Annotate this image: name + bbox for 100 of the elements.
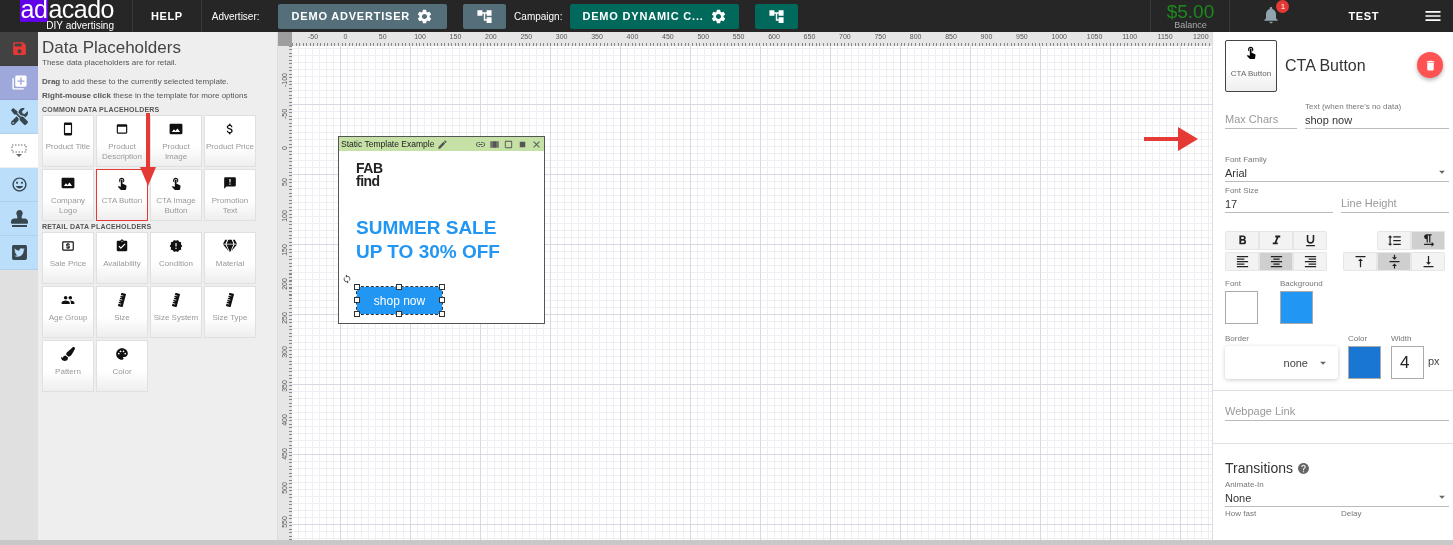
placeholder-tile[interactable]: Product Description: [96, 115, 148, 167]
line-height-field[interactable]: Line Height: [1341, 194, 1449, 213]
touch-icon: [169, 176, 183, 190]
resize-handle[interactable]: [354, 284, 360, 290]
align-right-button[interactable]: [1293, 252, 1327, 271]
resize-handle[interactable]: [354, 311, 360, 317]
campaign-button[interactable]: DEMO DYNAMIC C...: [570, 3, 739, 29]
how-fast-label: How fast: [1225, 509, 1258, 518]
bold-button[interactable]: [1225, 231, 1259, 250]
font-size-field[interactable]: Font Size 17: [1225, 186, 1333, 213]
paragraph-button[interactable]: [1411, 231, 1445, 250]
delete-button[interactable]: [1417, 52, 1443, 78]
tile-label: Age Group: [48, 313, 88, 323]
rail-tab[interactable]: [0, 202, 38, 236]
placeholder-tile[interactable]: Product Price: [204, 115, 256, 167]
animate-in-select[interactable]: Animate-In None: [1225, 480, 1449, 507]
brush-icon: [61, 347, 75, 361]
placeholder-tile[interactable]: Availability: [96, 232, 148, 284]
tile-label: Product Image: [161, 142, 191, 162]
settings-icon: [709, 7, 727, 25]
font-color-swatch[interactable]: [1225, 291, 1258, 324]
rotate-handle-icon[interactable]: [342, 274, 352, 284]
element-title: CTA Button: [1285, 57, 1366, 75]
rail-tab[interactable]: [0, 168, 38, 202]
rail-tab[interactable]: [0, 236, 38, 270]
tree-button[interactable]: [463, 3, 507, 29]
tile-label: Product Title: [45, 142, 91, 152]
border-width-field[interactable]: 4: [1391, 346, 1424, 379]
webpage-link-field[interactable]: Webpage Link: [1225, 402, 1449, 421]
align-center-icon: [1268, 254, 1284, 269]
balance-label: Balance: [1174, 21, 1207, 30]
placeholder-tile[interactable]: Product Title: [42, 115, 94, 167]
background-color-swatch[interactable]: [1280, 291, 1313, 324]
unit-label: px: [1428, 355, 1440, 367]
placeholder-tile[interactable]: Sale Price: [42, 232, 94, 284]
max-chars-field[interactable]: Max Chars: [1225, 110, 1297, 129]
align-top-button[interactable]: [1343, 252, 1377, 271]
placeholder-tile[interactable]: CTA Image Button: [150, 169, 202, 221]
rail-tab[interactable]: [0, 100, 38, 134]
placeholder-tile[interactable]: Product Image: [150, 115, 202, 167]
help-link[interactable]: HELP: [133, 10, 201, 22]
placeholder-tile[interactable]: Condition: [150, 232, 202, 284]
down-arrow-icon: [140, 113, 156, 186]
align-center-button[interactable]: [1259, 252, 1293, 271]
sale-headline: SUMMER SALE UP TO 30% OFF: [356, 216, 500, 264]
user-menu[interactable]: TEST: [1314, 10, 1413, 22]
placeholder-tile[interactable]: Color: [96, 340, 148, 392]
touch-icon: [115, 176, 129, 190]
square-outline-icon[interactable]: [503, 138, 514, 150]
notification-count: 1: [1276, 0, 1290, 13]
placeholder-tile[interactable]: Size: [96, 286, 148, 338]
align-left-button[interactable]: [1225, 252, 1259, 271]
italic-button[interactable]: [1259, 231, 1293, 250]
preview-label: CTA Button: [1230, 69, 1272, 78]
resize-handle[interactable]: [354, 297, 360, 303]
image-icon: [61, 176, 75, 190]
ruler-corner: [278, 32, 292, 46]
placeholder-tile[interactable]: CTA Button: [96, 169, 148, 221]
hint-text: Drag to add these to the currently selected template.: [42, 77, 230, 86]
line-spacing-button[interactable]: [1377, 231, 1411, 250]
tools-icon: [10, 108, 28, 125]
align-middle-button[interactable]: [1377, 252, 1411, 271]
placeholder-tile[interactable]: Size System: [150, 286, 202, 338]
resize-handle[interactable]: [396, 284, 402, 290]
align-bottom-button[interactable]: [1411, 252, 1445, 271]
resize-handle[interactable]: [439, 311, 445, 317]
tile-label: Material: [215, 259, 245, 269]
placeholder-tile[interactable]: Size Type: [204, 286, 256, 338]
pencil-icon[interactable]: [437, 138, 449, 150]
font-family-select[interactable]: Font Family Arial: [1225, 155, 1449, 182]
save-icon: [10, 40, 28, 57]
tile-label: Product Description: [101, 142, 143, 162]
tree-icon: [767, 7, 785, 25]
border-color-label: Color: [1348, 334, 1369, 343]
advertiser-button[interactable]: DEMO ADVERTISER: [277, 3, 448, 29]
placeholder-tile[interactable]: Company Logo: [42, 169, 94, 221]
shop-now-button[interactable]: shop now: [357, 287, 442, 314]
columns-icon[interactable]: [489, 138, 500, 150]
border-select[interactable]: none: [1225, 346, 1338, 379]
help-icon[interactable]: [1296, 461, 1310, 475]
placeholder-tile[interactable]: Material: [204, 232, 256, 284]
resize-handle[interactable]: [439, 297, 445, 303]
palette-icon: [115, 347, 129, 361]
panel-title: Data Placeholders: [42, 38, 182, 58]
placeholder-tile[interactable]: Pattern: [42, 340, 94, 392]
border-label: Border: [1225, 334, 1250, 343]
placeholder-tile[interactable]: Age Group: [42, 286, 94, 338]
tile-label: Color: [112, 367, 132, 377]
tile-label: Availability: [103, 259, 141, 269]
tile-label: Promotion Text: [210, 196, 250, 216]
resize-handle[interactable]: [396, 311, 402, 317]
resize-handle[interactable]: [439, 284, 445, 290]
image-icon: [169, 122, 183, 136]
border-color-swatch[interactable]: [1348, 346, 1381, 379]
placeholder-tile[interactable]: Promotion Text: [204, 169, 256, 221]
underline-button[interactable]: [1293, 231, 1327, 250]
gem-icon: [223, 239, 237, 253]
tree-button[interactable]: [754, 3, 798, 29]
template-card[interactable]: Static Template Example FAB find SUMMER SALE UP TO 30% OFF shop now: [338, 136, 545, 324]
text-field[interactable]: Text (when there's no data) shop now: [1305, 102, 1449, 129]
